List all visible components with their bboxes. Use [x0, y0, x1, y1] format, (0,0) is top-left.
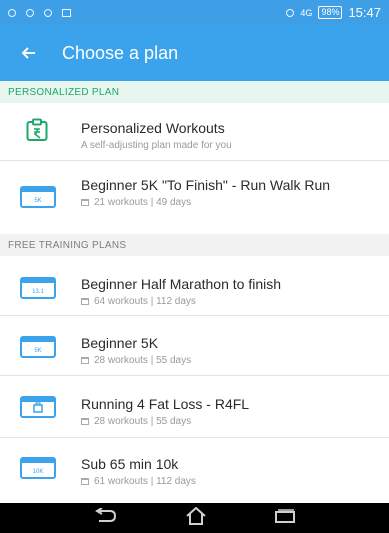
plan-icon-label: 5K: [34, 348, 41, 354]
back-nav-button[interactable]: [94, 506, 118, 529]
plan-stats: 64 workouts | 112 days: [94, 296, 196, 307]
plan-icon: 5K: [19, 335, 57, 364]
plan-row[interactable]: 5K Beginner 5K "To Finish" - Run Walk Ru…: [0, 161, 389, 234]
plan-stats: 61 workouts | 112 days: [94, 476, 196, 487]
plan-title: Beginner Half Marathon to finish: [81, 276, 281, 292]
plan-subtitle: 61 workouts | 112 days: [81, 476, 377, 487]
back-nav-icon: [94, 506, 116, 522]
plan-row[interactable]: 5K Beginner 5K 28 workouts | 55 days: [0, 316, 389, 376]
network-type: 4G: [300, 7, 313, 18]
plan-row[interactable]: 13.1 Beginner Half Marathon to finish 64…: [0, 256, 389, 316]
plan-subtitle: 28 workouts | 55 days: [81, 416, 377, 427]
home-icon: [185, 506, 206, 525]
calendar-icon: [81, 199, 89, 206]
recents-icon: [274, 508, 295, 523]
plan-subtitle: 28 workouts | 55 days: [81, 355, 377, 366]
plan-title: Sub 65 min 10k: [81, 456, 179, 472]
plan-stats: 28 workouts | 55 days: [94, 355, 192, 366]
plan-icon: 13.1: [19, 276, 57, 305]
system-nav-bar: [0, 503, 389, 533]
location-icon: [26, 8, 34, 17]
status-bar: 4G 98% 15:47: [0, 0, 389, 25]
plan-row[interactable]: 10K Sub 65 min 10k 61 workouts | 112 day…: [0, 438, 389, 503]
plan-subtitle: A self-adjusting plan made for you: [81, 140, 377, 151]
clock: 15:47: [348, 5, 381, 20]
notification-icons: [8, 8, 71, 17]
plan-icon-label: 10K: [33, 469, 44, 475]
plan-stats: 21 workouts | 49 days: [94, 197, 192, 208]
signal-icon: [286, 8, 295, 17]
app-bar: Choose a plan: [0, 25, 389, 81]
calendar-icon: [81, 478, 89, 485]
calendar-icon: [81, 357, 89, 364]
plan-subtitle: 64 workouts | 112 days: [81, 296, 377, 307]
recents-nav-button[interactable]: [274, 508, 296, 529]
plan-description: A self-adjusting plan made for you: [81, 140, 232, 151]
image-icon: [62, 8, 71, 17]
section-header-personalized: PERSONALIZED PLAN: [0, 81, 389, 103]
personalized-icon: [19, 118, 57, 147]
plan-title: Beginner 5K "To Finish" - Run Walk Run: [81, 177, 331, 193]
plan-icon-label: 5K: [34, 198, 41, 204]
plan-icon: [19, 395, 57, 424]
plan-row-personalized[interactable]: Personalized Workouts A self-adjusting p…: [0, 103, 389, 161]
plan-stats: 28 workouts | 55 days: [94, 416, 192, 427]
upload-icon: [44, 8, 52, 17]
page-title: Choose a plan: [62, 42, 179, 63]
section-header-free: FREE TRAINING PLANS: [0, 234, 389, 256]
calendar-icon: [81, 298, 89, 305]
notification-icon: [8, 8, 16, 17]
plan-icon: 5K: [19, 185, 57, 214]
calendar-icon: [81, 418, 89, 425]
battery-level: 98%: [318, 6, 343, 19]
home-nav-button[interactable]: [185, 506, 207, 530]
back-button[interactable]: [0, 25, 56, 81]
plan-row[interactable]: Running 4 Fat Loss - R4FL 28 workouts | …: [0, 376, 389, 438]
plan-title: Beginner 5K: [81, 335, 159, 351]
plan-icon: 10K: [19, 456, 57, 485]
plan-title: Personalized Workouts: [81, 120, 225, 136]
plan-icon-label: 13.1: [32, 289, 44, 295]
system-status: 4G 98% 15:47: [286, 5, 381, 20]
back-arrow-icon: [21, 47, 35, 59]
plan-title: Running 4 Fat Loss - R4FL: [81, 396, 250, 412]
plan-subtitle: 21 workouts | 49 days: [81, 197, 377, 208]
